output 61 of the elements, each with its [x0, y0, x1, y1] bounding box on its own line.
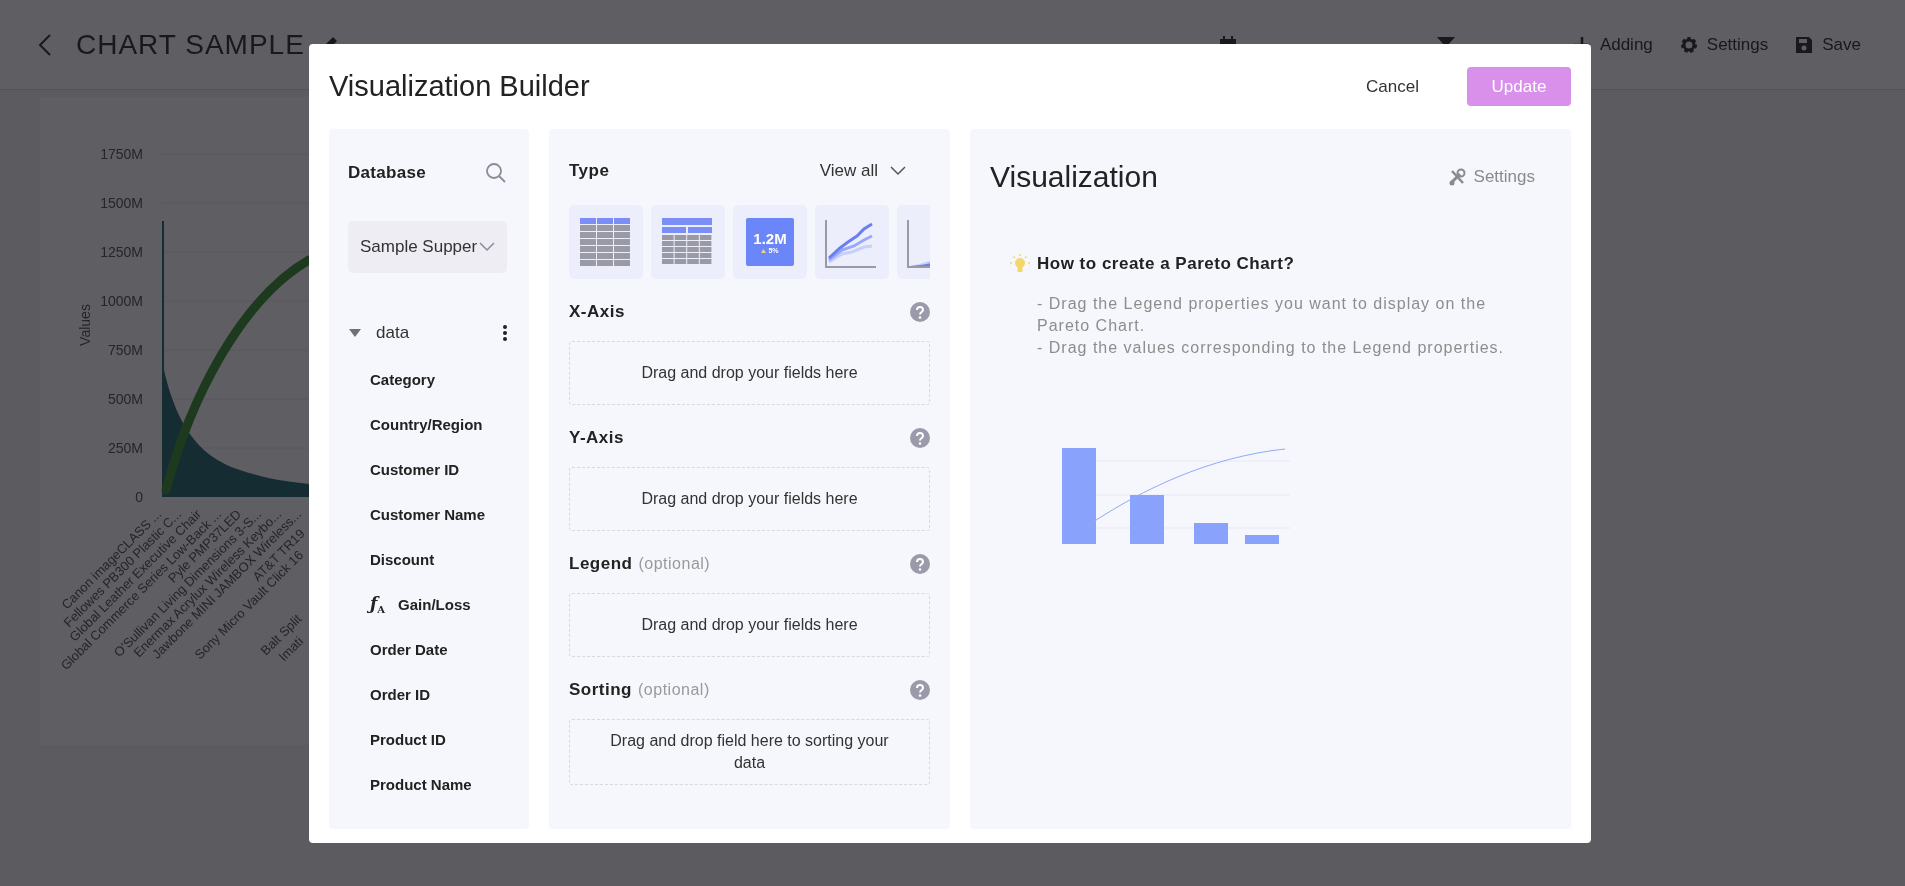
lightbulb-icon	[1009, 253, 1031, 275]
tip-heading: How to create a Pareto Chart?	[1037, 254, 1295, 274]
axis-tick-label: 750M	[107, 342, 143, 358]
axis-tick-label: 1250M	[100, 244, 143, 260]
field-item[interactable]: Discount	[370, 551, 435, 568]
chart-type-tile[interactable]	[815, 205, 889, 279]
axis-tick-label: 500M	[107, 391, 143, 407]
field-item[interactable]: Order Date	[370, 641, 448, 658]
source-dropdown[interactable]: Sample Supper	[348, 221, 507, 273]
help-icon[interactable]	[910, 428, 930, 448]
panel-title: Database	[348, 163, 426, 183]
drop-zone[interactable]: Drag and drop your fields here	[569, 341, 930, 405]
view-all-dropdown[interactable]: View all	[819, 161, 906, 181]
axis-tick-label: 1750M	[100, 146, 143, 162]
field-item[interactable]: Gain/Loss	[398, 596, 471, 613]
panel-title: Visualization	[990, 160, 1158, 194]
section-label: X-Axis	[569, 302, 625, 322]
axis-tick-label: 250M	[107, 440, 143, 456]
axis-title: Values	[77, 304, 93, 346]
dialog-title: Visualization Builder	[329, 70, 590, 103]
optional-label: (optional)	[638, 681, 710, 699]
more-options-icon[interactable]	[503, 325, 507, 341]
field-item[interactable]: Customer Name	[370, 506, 486, 523]
cancel-button[interactable]: Cancel	[1354, 68, 1431, 105]
settings-icon[interactable]	[1678, 34, 1699, 55]
axis-tick-label: 0	[135, 489, 143, 505]
section-label: Type	[569, 161, 610, 181]
drop-zone[interactable]: Drag and drop field here to sorting your data	[569, 719, 930, 785]
chevron-down-icon	[479, 242, 495, 252]
instruction-text: - Drag the Legend properties you want to display on the Pareto Chart.	[1037, 294, 1488, 336]
section-label: Legend	[569, 554, 633, 574]
field-item[interactable]: Country/Region	[370, 416, 483, 433]
optional-label: (optional)	[638, 555, 711, 573]
field-item[interactable]: Customer ID	[370, 461, 460, 478]
help-icon[interactable]	[910, 680, 930, 700]
chart-type-tile[interactable]	[651, 205, 725, 279]
page-title: CHART SAMPLE	[76, 28, 305, 61]
tools-icon	[1447, 168, 1466, 186]
bar	[1130, 495, 1164, 544]
drop-zone[interactable]: Drag and drop your fields here	[569, 593, 930, 657]
back-icon[interactable]	[38, 32, 52, 57]
field-item[interactable]: Category	[370, 371, 436, 388]
section-label: Sorting	[569, 680, 632, 700]
axis-tick-label: 1500M	[100, 195, 143, 211]
instruction-text: - Drag the values corresponding to the Legend properties.	[1037, 338, 1506, 358]
drop-zone[interactable]: Drag and drop your fields here	[569, 467, 930, 531]
field-item[interactable]: Product Name	[370, 776, 472, 793]
field-item[interactable]: Order ID	[370, 686, 430, 703]
chart-type-tile[interactable]	[569, 205, 643, 279]
caret-down-icon[interactable]	[348, 328, 362, 338]
help-icon[interactable]	[910, 302, 930, 322]
field-item[interactable]: Product ID	[370, 731, 446, 748]
axis-tick-label: 1000M	[100, 293, 143, 309]
help-icon[interactable]	[910, 554, 930, 574]
search-icon[interactable]	[485, 162, 507, 184]
bar	[1194, 523, 1228, 544]
bar	[1245, 535, 1279, 544]
section-label: Y-Axis	[569, 428, 624, 448]
tree-item[interactable]: data	[376, 323, 503, 343]
chevron-down-icon	[890, 166, 906, 176]
up-triangle-icon	[761, 248, 767, 253]
